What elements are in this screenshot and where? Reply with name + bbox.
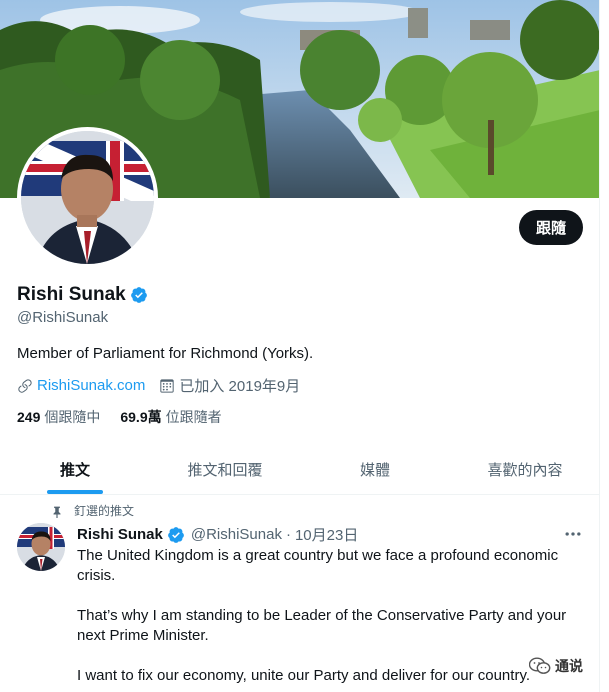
link-icon — [18, 378, 32, 393]
profile-joined-date: 已加入 2019年9月 — [179, 378, 301, 395]
follow-button[interactable]: 跟隨 — [519, 210, 583, 245]
profile-name-row: Rishi Sunak — [17, 284, 148, 306]
tweet-author-name[interactable]: Rishi Sunak — [77, 526, 163, 543]
following-label: 個跟隨中 — [44, 409, 101, 425]
followers-stat[interactable]: 69.9萬 位跟隨者 — [120, 407, 221, 427]
verified-badge-icon[interactable] — [130, 286, 148, 304]
tweet-separator: · — [285, 526, 291, 543]
tweet-author-handle[interactable]: @RishiSunak — [191, 526, 282, 543]
profile-display-name: Rishi Sunak — [17, 284, 126, 305]
profile-tabs: 推文 推文和回覆 媒體 喜歡的內容 — [0, 444, 599, 495]
tweet-paragraph: That’s why I am standing to be Leader of… — [77, 607, 567, 644]
pinned-label: 釘選的推文 — [74, 504, 135, 518]
tab-tweets-and-replies-label: 推文和回覆 — [187, 460, 263, 479]
profile-bio: Member of Parliament for Richmond (Yorks… — [17, 345, 314, 362]
pinned-tweet-header: 釘選的推文 — [50, 502, 134, 519]
tab-media-label: 媒體 — [359, 460, 390, 479]
tab-likes[interactable]: 喜歡的內容 — [450, 444, 599, 494]
followers-label: 位跟隨者 — [165, 409, 222, 425]
profile-website-link[interactable]: RishiSunak.com — [37, 377, 145, 394]
verified-badge-icon[interactable] — [167, 526, 185, 544]
profile-meta: RishiSunak.com 已加入 2019年9月 — [17, 375, 300, 396]
tweet-paragraph: The United Kingdom is a great country bu… — [77, 547, 559, 584]
profile-stats: 249 個跟隨中 69.9萬 位跟隨者 — [17, 407, 222, 427]
tab-media[interactable]: 媒體 — [300, 444, 450, 494]
tweet-date[interactable]: 10月23日 — [295, 524, 358, 545]
tab-tweets[interactable]: 推文 — [0, 444, 150, 494]
pin-icon — [53, 506, 61, 518]
calendar-icon — [160, 378, 175, 393]
tab-tweets-label: 推文 — [59, 460, 90, 479]
tab-tweets-and-replies[interactable]: 推文和回覆 — [150, 444, 300, 494]
profile-avatar[interactable] — [17, 127, 158, 268]
tweet-author-avatar[interactable] — [17, 523, 65, 571]
wechat-icon — [529, 657, 551, 674]
following-count: 249 — [17, 409, 41, 425]
profile-page: 跟隨 Rishi Sunak @RishiSunak Member of Par… — [0, 0, 600, 692]
profile-handle: @RishiSunak — [17, 309, 109, 326]
tweet-text: The United Kingdom is a great country bu… — [77, 546, 582, 692]
followers-count: 69.9萬 — [120, 409, 162, 425]
watermark: 通说 — [529, 656, 583, 676]
active-tab-indicator — [47, 490, 103, 494]
watermark-text: 通说 — [555, 659, 583, 675]
tab-likes-label: 喜歡的內容 — [487, 460, 563, 479]
tweet-header: Rishi Sunak @RishiSunak · 10月23日 — [77, 524, 358, 545]
following-stat[interactable]: 249 個跟隨中 — [17, 407, 100, 427]
tweet-paragraph: I want to fix our economy, unite our Par… — [77, 667, 530, 684]
more-icon[interactable] — [563, 524, 583, 544]
